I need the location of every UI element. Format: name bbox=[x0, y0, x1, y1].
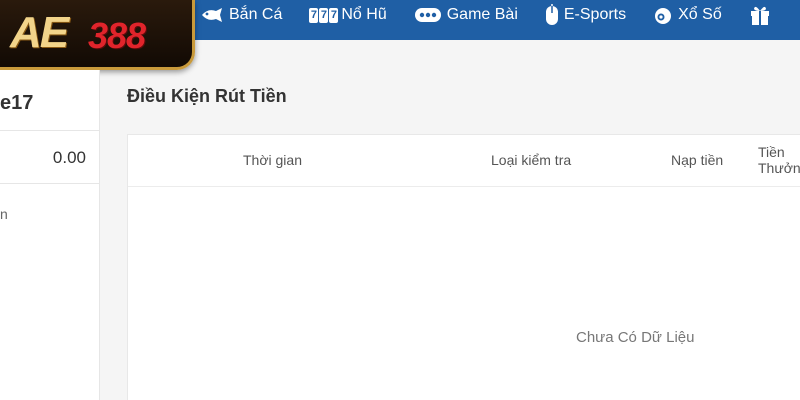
divider bbox=[0, 130, 100, 131]
nav-item-e-sports[interactable]: E-Sports bbox=[545, 4, 626, 26]
nav-item-label: Nổ Hũ bbox=[341, 6, 387, 23]
nav-item-label: Xổ Số bbox=[678, 6, 722, 23]
cards-icon bbox=[414, 7, 442, 23]
nav-item-no-hu[interactable]: 777 Nổ Hũ bbox=[309, 6, 387, 24]
column-header-bonus: Tiền Thưởng bbox=[758, 144, 800, 176]
column-header-check-type: Loại kiểm tra bbox=[491, 152, 572, 168]
balance-value: 0.00 bbox=[52, 148, 86, 167]
logo-suffix: 388 bbox=[88, 15, 146, 56]
nav-item-label: Bắn Cá bbox=[229, 6, 283, 23]
nav-item-game-bai[interactable]: Game Bài bbox=[414, 6, 518, 24]
column-header-deposit: Nạp tiền bbox=[671, 152, 724, 168]
nav-item-ban-ca[interactable]: Bắn Cá bbox=[200, 6, 282, 24]
divider bbox=[0, 183, 100, 184]
slot-digit: 7 bbox=[329, 7, 339, 23]
username: e17 bbox=[0, 92, 34, 114]
slot-digit: 7 bbox=[319, 7, 329, 23]
nav-item-xo-so[interactable]: Xổ Số bbox=[653, 5, 722, 25]
nav-item-label: E-Sports bbox=[563, 6, 627, 23]
lottery-ball-icon bbox=[653, 5, 673, 25]
column-header-time: Thời gian bbox=[243, 152, 302, 168]
nav-menu: Bắn Cá 777 Nổ Hũ Game Bài E-Sports Xổ Số bbox=[200, 0, 800, 30]
withdraw-conditions-table: Thời gian Loại kiểm tra Nạp tiền Tiền Th… bbox=[127, 134, 800, 400]
brand-logo[interactable]: AE 388 bbox=[0, 0, 195, 70]
gift-icon bbox=[749, 4, 771, 26]
slot-777-icon: 777 bbox=[309, 7, 339, 23]
fish-icon bbox=[200, 7, 224, 23]
nav-item-gift[interactable] bbox=[749, 4, 776, 26]
mouse-icon bbox=[545, 4, 559, 26]
sidebar-menu-item[interactable]: n bbox=[0, 206, 8, 222]
table-header: Thời gian Loại kiểm tra Nạp tiền Tiền Th… bbox=[128, 135, 800, 187]
slot-digit: 7 bbox=[309, 7, 319, 23]
account-sidebar: e17 0.00 n bbox=[0, 70, 100, 400]
empty-state-text: Chưa Có Dữ Liệu bbox=[576, 329, 695, 346]
page-title: Điều Kiện Rút Tiền bbox=[127, 86, 287, 106]
nav-item-label: Game Bài bbox=[446, 6, 518, 23]
logo-prefix: AE bbox=[10, 8, 69, 57]
